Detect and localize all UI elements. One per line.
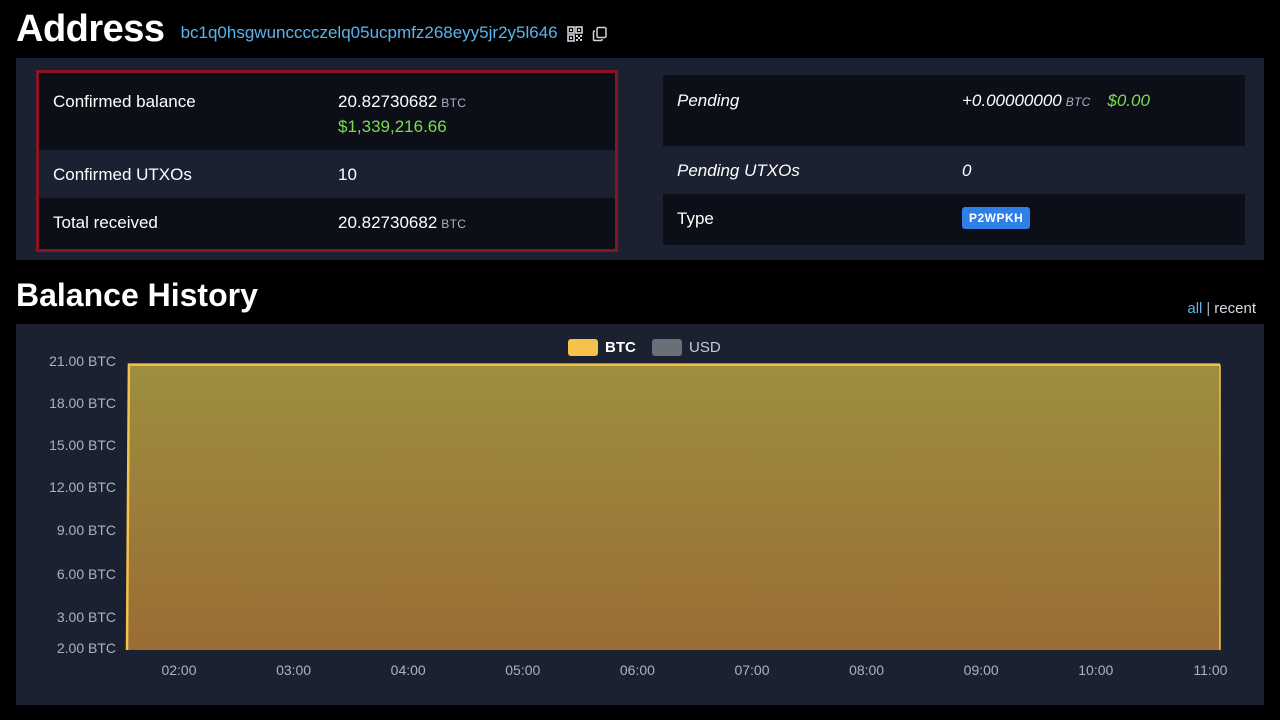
- balance-history-chart: BTC USD 21.00 BTC 18.00 BTC 15.00 BTC 12.00 B…: [16, 324, 1264, 705]
- y-tick-label: 2.00 BTC: [57, 640, 116, 656]
- pending-usd: $0.00: [1107, 91, 1150, 110]
- y-tick-label: 21.00 BTC: [49, 353, 116, 369]
- range-all-link[interactable]: all: [1187, 300, 1202, 317]
- balance-history-title: Balance History: [16, 277, 258, 313]
- copy-icon[interactable]: [592, 26, 608, 42]
- y-tick-label: 18.00 BTC: [49, 395, 116, 411]
- btc-area-fill: [127, 364, 1220, 650]
- pending-label: Pending: [677, 91, 740, 110]
- address-header: Address bc1q0hsgwuncccczelq05ucpmfz268ey…: [16, 6, 608, 52]
- confirmed-summary-table: Confirmed balance 20.82730682 BTC $1,339,…: [36, 70, 618, 252]
- total-received-btc: 20.82730682: [338, 213, 438, 232]
- x-tick-label: 06:00: [620, 662, 655, 678]
- legend-swatch-usd: [652, 339, 682, 356]
- pending-summary-table: Pending +0.00000000 BTC $0.00 Pending UTX…: [663, 75, 1245, 245]
- type-row: Type P2WPKH: [663, 194, 1245, 245]
- x-tick-label: 08:00: [849, 662, 884, 678]
- y-tick-label: 9.00 BTC: [57, 522, 116, 538]
- y-tick-label: 3.00 BTC: [57, 609, 116, 625]
- x-tick-label: 07:00: [734, 662, 769, 678]
- confirmed-utxos-row: Confirmed UTXOs 10: [39, 150, 615, 198]
- qr-code-icon[interactable]: [566, 26, 583, 42]
- total-received-row: Total received 20.82730682 BTC: [39, 198, 615, 249]
- x-tick-label: 10:00: [1078, 662, 1113, 678]
- address-type-badge: P2WPKH: [962, 207, 1031, 229]
- address-hash[interactable]: bc1q0hsgwuncccczelq05ucpmfz268eyy5jr2y5l…: [181, 23, 558, 43]
- x-tick-label: 04:00: [391, 662, 426, 678]
- confirmed-balance-usd: $1,339,216.66: [338, 117, 447, 136]
- pending-unit: BTC: [1065, 95, 1091, 109]
- range-recent-link[interactable]: recent: [1214, 300, 1256, 317]
- y-tick-label: 12.00 BTC: [49, 479, 116, 495]
- legend-swatch-btc: [568, 339, 598, 356]
- confirmed-balance-value: 20.82730682 BTC $1,339,216.66: [338, 92, 615, 137]
- confirmed-balance-unit: BTC: [441, 96, 467, 110]
- pending-utxos-label: Pending UTXOs: [677, 161, 800, 180]
- confirmed-balance-label: Confirmed balance: [53, 92, 196, 111]
- y-tick-label: 6.00 BTC: [57, 566, 116, 582]
- address-summary-panel: Confirmed balance 20.82730682 BTC $1,339,…: [16, 58, 1264, 260]
- total-received-label: Total received: [53, 213, 158, 232]
- confirmed-utxos-label: Confirmed UTXOs: [53, 165, 192, 184]
- total-received-unit: BTC: [441, 217, 467, 231]
- total-received-value: 20.82730682 BTC: [338, 213, 615, 233]
- pending-value: +0.00000000 BTC $0.00: [962, 91, 1245, 111]
- confirmed-balance-btc: 20.82730682: [338, 92, 438, 111]
- legend-label-usd: USD: [689, 339, 721, 356]
- page-title: Address: [16, 7, 165, 50]
- type-label: Type: [677, 209, 714, 228]
- x-tick-label: 03:00: [276, 662, 311, 678]
- x-tick-label: 09:00: [964, 662, 999, 678]
- pending-row: Pending +0.00000000 BTC $0.00: [663, 75, 1245, 146]
- confirmed-utxos-value: 10: [338, 165, 357, 184]
- pending-utxos-value: 0: [962, 161, 972, 180]
- range-separator: |: [1206, 300, 1211, 317]
- pending-btc: +0.00000000: [962, 91, 1062, 110]
- x-tick-label: 11:00: [1193, 662, 1227, 678]
- type-value: P2WPKH: [962, 207, 1245, 229]
- pending-utxos-row: Pending UTXOs 0: [663, 146, 1245, 194]
- chart-canvas: BTC USD 21.00 BTC 18.00 BTC 15.00 BTC 12.00 B…: [49, 339, 1228, 678]
- confirmed-balance-row: Confirmed balance 20.82730682 BTC $1,339,…: [39, 73, 615, 150]
- x-tick-label: 05:00: [505, 662, 540, 678]
- history-range-links: all | recent: [1187, 300, 1256, 317]
- y-tick-label: 15.00 BTC: [49, 437, 116, 453]
- x-tick-label: 02:00: [161, 662, 196, 678]
- legend-label-btc: BTC: [605, 339, 636, 356]
